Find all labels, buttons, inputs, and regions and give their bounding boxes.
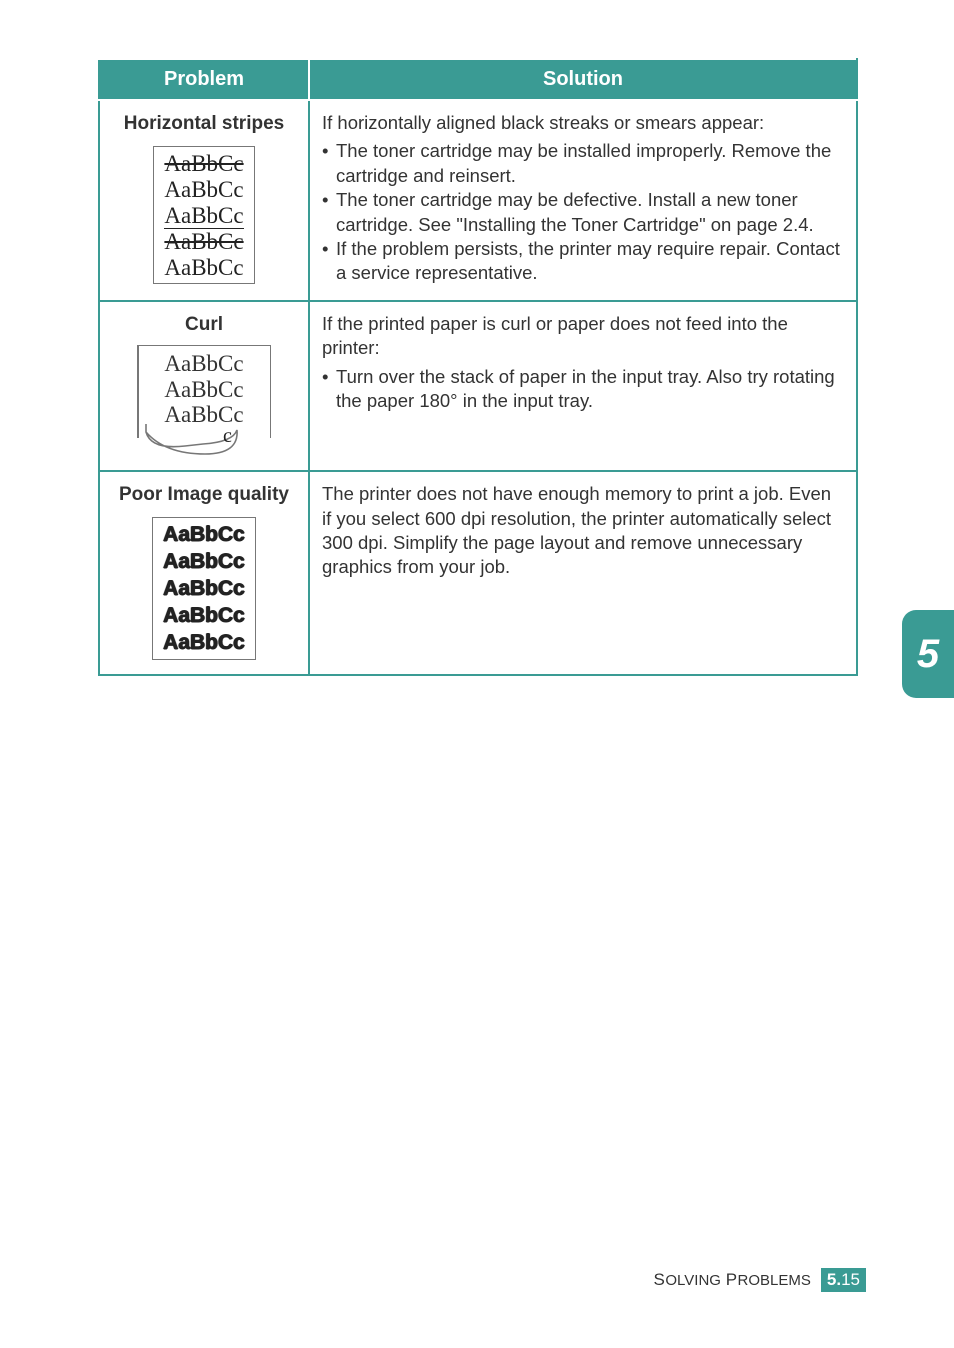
sample-line: AaBbCc bbox=[164, 177, 243, 203]
chapter-side-tab: 5 bbox=[902, 610, 954, 698]
sample-line: AaBbCc bbox=[164, 255, 243, 281]
sample-line: AaBbCc bbox=[163, 522, 245, 549]
sample-line: AaBbCc bbox=[163, 630, 245, 657]
svg-text:c: c bbox=[223, 425, 232, 447]
sample-line: AaBbCc bbox=[163, 549, 245, 576]
sample-line: AaBbCc bbox=[149, 377, 259, 403]
problem-cell: Horizontal stripes AaBbCc AaBbCc AaBbCc … bbox=[99, 100, 309, 301]
sample-box: AaBbCc AaBbCc AaBbCc AaBbCc AaBbCc bbox=[152, 517, 256, 659]
sample-line: AaBbCc bbox=[163, 576, 245, 603]
sample-line: AaBbCc bbox=[149, 402, 259, 428]
solution-cell: If the printed paper is curl or paper do… bbox=[309, 301, 857, 471]
table-row: Poor Image quality AaBbCc AaBbCc AaBbCc … bbox=[99, 471, 857, 674]
table-row: Horizontal stripes AaBbCc AaBbCc AaBbCc … bbox=[99, 100, 857, 301]
problem-title: Poor Image quality bbox=[112, 482, 296, 507]
troubleshooting-table: Problem Solution Horizontal stripes AaBb… bbox=[98, 58, 858, 676]
solution-item: The toner cartridge may be installed imp… bbox=[322, 139, 844, 188]
solution-list: Turn over the stack of paper in the inpu… bbox=[322, 365, 844, 414]
sample-line: AaBbCc bbox=[163, 603, 245, 630]
solution-list: The toner cartridge may be installed imp… bbox=[322, 139, 844, 285]
page-curl-icon: c bbox=[145, 424, 263, 456]
footer-section: SOLVING PROBLEMS bbox=[654, 1269, 811, 1291]
footer-page-badge: 5.15 bbox=[821, 1268, 866, 1292]
solution-intro: If the printed paper is curl or paper do… bbox=[322, 312, 844, 361]
col-header-solution: Solution bbox=[309, 59, 857, 100]
solution-item: If the problem persists, the printer may… bbox=[322, 237, 844, 286]
problem-title: Curl bbox=[112, 312, 296, 337]
sample-line: AaBbCc bbox=[164, 151, 243, 177]
problem-cell: Poor Image quality AaBbCc AaBbCc AaBbCc … bbox=[99, 471, 309, 674]
problem-title: Horizontal stripes bbox=[112, 111, 296, 136]
solution-cell: If horizontally aligned black streaks or… bbox=[309, 100, 857, 301]
problem-cell: Curl AaBbCc AaBbCc AaBbCc c bbox=[99, 301, 309, 471]
solution-intro: If horizontally aligned black streaks or… bbox=[322, 111, 844, 135]
sample-box: AaBbCc AaBbCc AaBbCc AaBbCc AaBbCc bbox=[153, 146, 254, 284]
sample-line: AaBbCc bbox=[164, 229, 243, 255]
solution-item: The toner cartridge may be defective. In… bbox=[322, 188, 844, 237]
solution-cell: The printer does not have enough memory … bbox=[309, 471, 857, 674]
sample-line: AaBbCc bbox=[164, 203, 243, 230]
table-row: Curl AaBbCc AaBbCc AaBbCc c bbox=[99, 301, 857, 471]
sample-line: AaBbCc bbox=[149, 351, 259, 377]
col-header-problem: Problem bbox=[99, 59, 309, 100]
page-footer: SOLVING PROBLEMS 5.15 bbox=[654, 1268, 866, 1292]
sample-box: AaBbCc AaBbCc AaBbCc c bbox=[137, 345, 271, 456]
solution-item: Turn over the stack of paper in the inpu… bbox=[322, 365, 844, 414]
solution-body: The printer does not have enough memory … bbox=[322, 482, 844, 580]
